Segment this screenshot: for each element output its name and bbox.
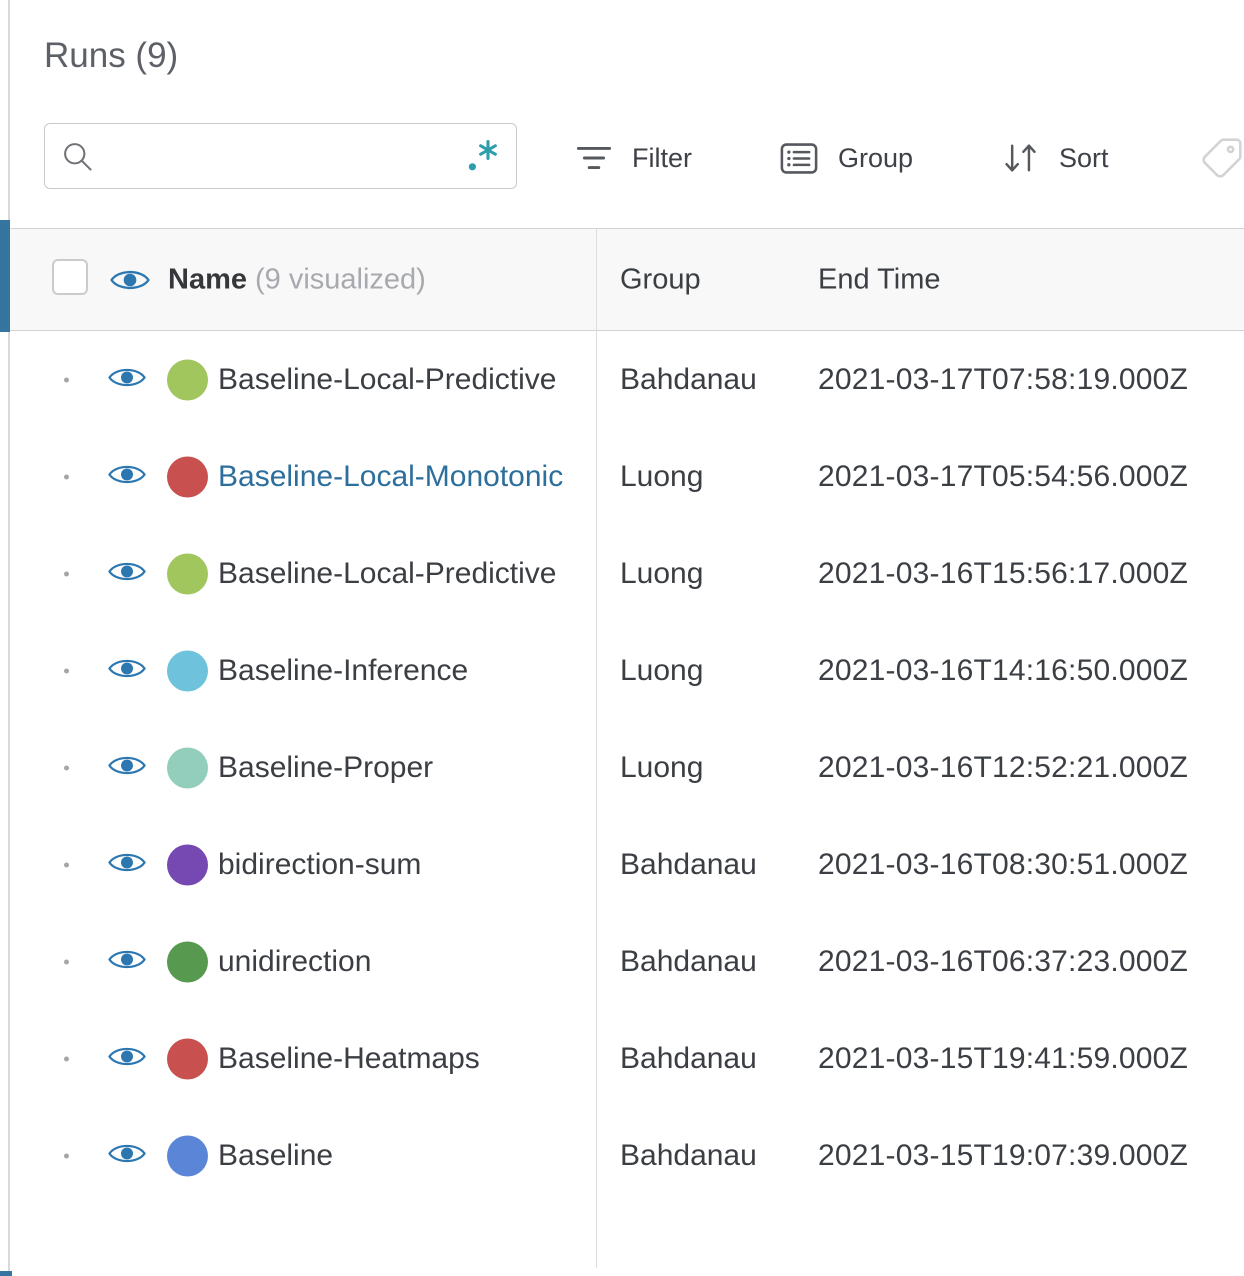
regex-toggle-icon[interactable] bbox=[464, 138, 500, 174]
run-group: Bahdanau bbox=[620, 1041, 757, 1075]
drag-handle-dot[interactable] bbox=[64, 377, 69, 382]
table-row: Baseline-Inference Luong 2021-03-16T14:1… bbox=[0, 622, 1244, 719]
visualized-count-label: (9 visualized) bbox=[255, 263, 426, 295]
run-color-dot[interactable] bbox=[167, 941, 208, 982]
drag-handle-dot[interactable] bbox=[64, 668, 69, 673]
run-name[interactable]: Baseline bbox=[218, 1139, 333, 1173]
run-group: Bahdanau bbox=[620, 362, 757, 396]
table-row: Baseline-Local-Predictive Bahdanau 2021-… bbox=[0, 331, 1244, 428]
run-color-dot[interactable] bbox=[167, 844, 208, 885]
tag-icon bbox=[1200, 136, 1244, 180]
run-group: Luong bbox=[620, 653, 704, 687]
table-row: Baseline-Local-Monotonic Luong 2021-03-1… bbox=[0, 428, 1244, 525]
run-name[interactable]: unidirection bbox=[218, 945, 371, 979]
page-title: Runs (9) bbox=[44, 36, 179, 75]
visibility-eye-icon[interactable] bbox=[108, 849, 146, 881]
run-group: Luong bbox=[620, 750, 704, 784]
run-end-time: 2021-03-16T06:37:23.000Z bbox=[818, 944, 1189, 978]
run-end-time: 2021-03-16T08:30:51.000Z bbox=[818, 847, 1189, 881]
sort-label: Sort bbox=[1059, 142, 1109, 173]
run-end-time: 2021-03-17T07:58:19.000Z bbox=[818, 362, 1189, 396]
run-name[interactable]: Baseline-Local-Predictive bbox=[218, 363, 557, 397]
run-color-dot[interactable] bbox=[167, 1038, 208, 1079]
table-header-row: Name (9 visualized) Group End Time bbox=[0, 228, 1244, 331]
table-row: unidirection Bahdanau 2021-03-16T06:37:2… bbox=[0, 913, 1244, 1010]
table-row: Baseline-Heatmaps Bahdanau 2021-03-15T19… bbox=[0, 1010, 1244, 1107]
sort-button[interactable]: Sort bbox=[1001, 128, 1109, 188]
column-header-end-time[interactable]: End Time bbox=[818, 263, 941, 296]
drag-handle-dot[interactable] bbox=[64, 1153, 69, 1158]
run-name[interactable]: Baseline-Local-Predictive bbox=[218, 557, 557, 591]
filter-icon bbox=[576, 144, 612, 172]
visibility-eye-icon[interactable] bbox=[108, 558, 146, 590]
runs-search-box[interactable] bbox=[44, 123, 517, 189]
visibility-eye-icon[interactable] bbox=[108, 752, 146, 784]
table-row: bidirection-sum Bahdanau 2021-03-16T08:3… bbox=[0, 816, 1244, 913]
run-end-time: 2021-03-16T14:16:50.000Z bbox=[818, 653, 1189, 687]
run-color-dot[interactable] bbox=[167, 456, 208, 497]
drag-handle-dot[interactable] bbox=[64, 474, 69, 479]
run-group: Bahdanau bbox=[620, 1138, 757, 1172]
run-group: Luong bbox=[620, 459, 704, 493]
run-name[interactable]: bidirection-sum bbox=[218, 848, 421, 882]
run-color-dot[interactable] bbox=[167, 650, 208, 691]
run-name[interactable]: Baseline-Heatmaps bbox=[218, 1042, 480, 1076]
run-group: Bahdanau bbox=[620, 847, 757, 881]
search-icon bbox=[61, 140, 94, 173]
drag-handle-dot[interactable] bbox=[64, 959, 69, 964]
drag-handle-dot[interactable] bbox=[64, 1056, 69, 1061]
group-button[interactable]: Group bbox=[780, 128, 913, 188]
tag-button[interactable] bbox=[1200, 128, 1244, 188]
run-color-dot[interactable] bbox=[167, 747, 208, 788]
filter-label: Filter bbox=[632, 142, 692, 173]
run-color-dot[interactable] bbox=[167, 553, 208, 594]
select-all-checkbox[interactable] bbox=[52, 259, 88, 295]
group-label: Group bbox=[838, 142, 914, 173]
visibility-eye-icon[interactable] bbox=[108, 655, 146, 687]
run-group: Bahdanau bbox=[620, 944, 757, 978]
visibility-eye-icon[interactable] bbox=[108, 364, 146, 396]
visibility-eye-icon[interactable] bbox=[108, 461, 146, 493]
run-end-time: 2021-03-15T19:41:59.000Z bbox=[818, 1041, 1189, 1075]
column-header-name[interactable]: Name (9 visualized) bbox=[168, 263, 426, 296]
table-row: Baseline-Local-Predictive Luong 2021-03-… bbox=[0, 525, 1244, 622]
table-row: Baseline-Proper Luong 2021-03-16T12:52:2… bbox=[0, 719, 1244, 816]
group-icon bbox=[780, 142, 818, 175]
filter-button[interactable]: Filter bbox=[576, 128, 692, 188]
visibility-all-eye-icon[interactable] bbox=[110, 266, 150, 299]
search-input[interactable] bbox=[106, 139, 452, 173]
drag-handle-dot[interactable] bbox=[64, 765, 69, 770]
visibility-eye-icon[interactable] bbox=[108, 1140, 146, 1172]
run-end-time: 2021-03-17T05:54:56.000Z bbox=[818, 459, 1189, 493]
run-end-time: 2021-03-16T12:52:21.000Z bbox=[818, 750, 1189, 784]
run-color-dot[interactable] bbox=[167, 359, 208, 400]
sort-icon bbox=[1001, 141, 1039, 175]
run-name[interactable]: Baseline-Local-Monotonic bbox=[218, 460, 563, 494]
table-row: Baseline Bahdanau 2021-03-15T19:07:39.00… bbox=[0, 1107, 1244, 1204]
visibility-eye-icon[interactable] bbox=[108, 946, 146, 978]
drag-handle-dot[interactable] bbox=[64, 862, 69, 867]
run-end-time: 2021-03-16T15:56:17.000Z bbox=[818, 556, 1189, 590]
run-end-time: 2021-03-15T19:07:39.000Z bbox=[818, 1138, 1189, 1172]
visibility-eye-icon[interactable] bbox=[108, 1043, 146, 1075]
column-header-group[interactable]: Group bbox=[620, 263, 701, 296]
next-section-accent-bar bbox=[0, 1271, 12, 1276]
run-color-dot[interactable] bbox=[167, 1135, 208, 1176]
run-name[interactable]: Baseline-Proper bbox=[218, 751, 433, 785]
drag-handle-dot[interactable] bbox=[64, 571, 69, 576]
header-accent-bar bbox=[0, 220, 10, 332]
run-group: Luong bbox=[620, 556, 704, 590]
runs-table-body: Baseline-Local-Predictive Bahdanau 2021-… bbox=[0, 331, 1244, 1204]
run-name[interactable]: Baseline-Inference bbox=[218, 654, 468, 688]
